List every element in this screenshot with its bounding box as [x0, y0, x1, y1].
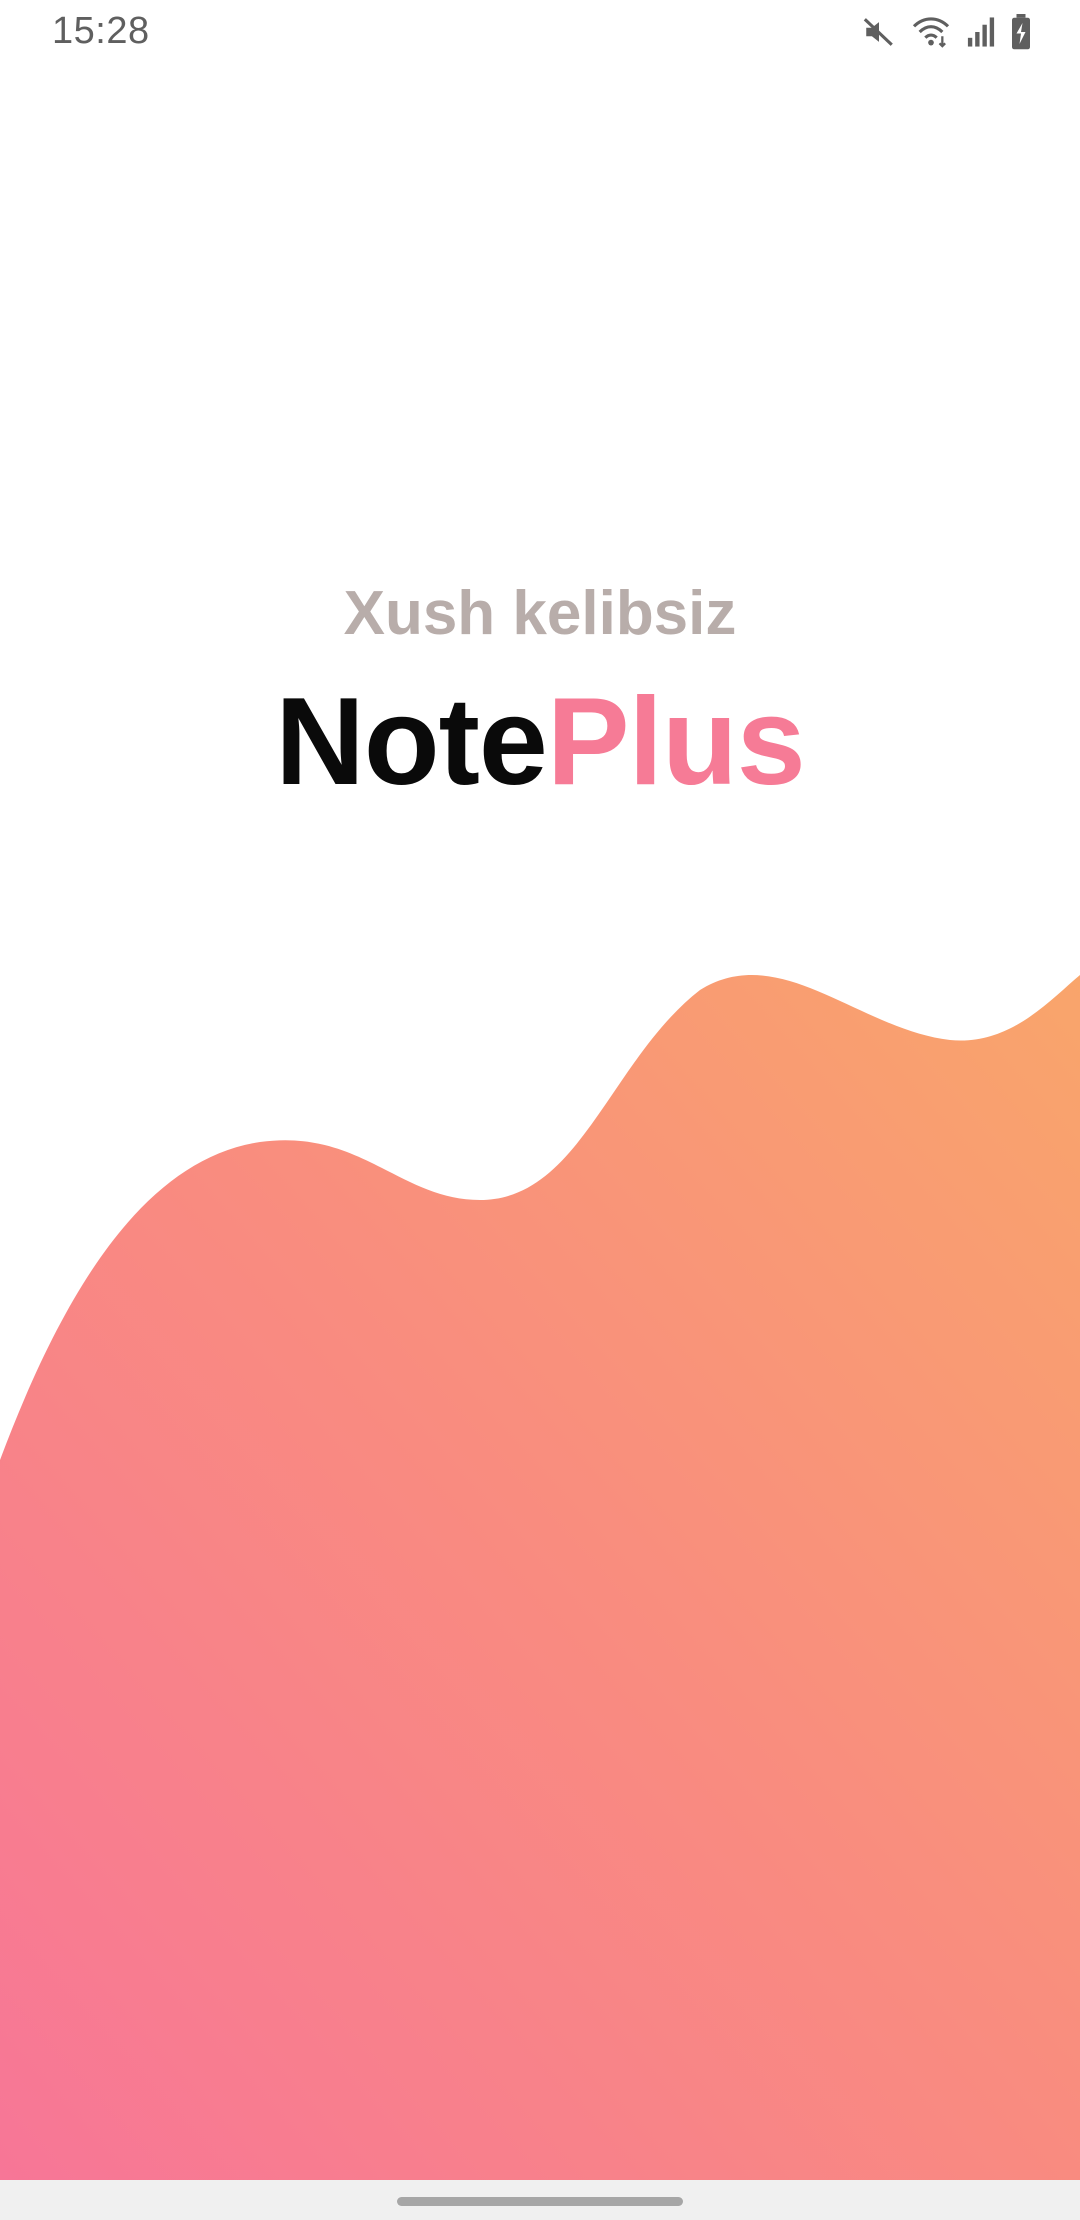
brand-plus-text: Plus [546, 673, 806, 811]
brand-note-text: Note [275, 673, 548, 811]
navigation-bar [0, 2180, 1080, 2220]
battery-charging-icon [1010, 14, 1032, 50]
mute-icon [862, 15, 896, 49]
status-bar: 15:28 [0, 0, 1080, 64]
signal-icon [966, 16, 996, 48]
status-icons [862, 14, 1032, 50]
wifi-icon [910, 15, 952, 49]
wave-background [0, 974, 1080, 2180]
splash-screen: 15:28 Xush kelibsiz NotePlus [0, 0, 1080, 2220]
welcome-greeting: Xush kelibsiz [343, 579, 737, 648]
app-brand-title: NotePlus [0, 672, 1080, 812]
home-gesture-handle[interactable] [397, 2197, 683, 2206]
status-time: 15:28 [52, 10, 150, 52]
